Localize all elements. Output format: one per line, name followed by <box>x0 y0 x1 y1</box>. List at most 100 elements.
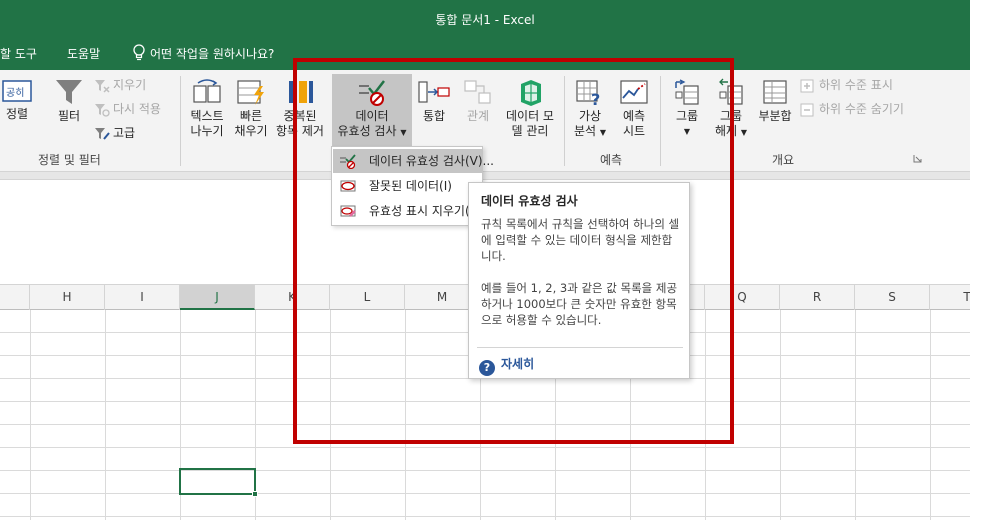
grid-row-line <box>0 424 970 425</box>
consolidate-icon <box>418 81 450 103</box>
column-header-q[interactable]: Q <box>705 285 780 310</box>
forecast-sheet-button[interactable]: 예측 시트 <box>614 78 654 139</box>
data-validation-label-2: 유효성 검사 ▼ <box>332 124 412 140</box>
sort-partial-glyph: 공히 <box>6 87 24 99</box>
column-header-r[interactable]: R <box>780 285 855 310</box>
column-header-j[interactable]: J <box>180 285 255 310</box>
grid-row-line <box>0 516 970 517</box>
column-header-s[interactable]: S <box>855 285 930 310</box>
dialog-launcher-icon[interactable] <box>913 154 922 163</box>
tell-me-more-link[interactable]: ? 자세히 <box>479 353 535 376</box>
column-header-partial[interactable] <box>0 285 30 310</box>
group-label-forecast: 예측 <box>600 153 623 167</box>
what-if-label-1: 가상 <box>578 109 602 123</box>
menu-item-clear-circles[interactable]: 유효성 표시 지우기(R) <box>333 199 483 223</box>
help-icon: ? <box>479 360 495 376</box>
data-model-label-2: 델 관리 <box>511 124 549 138</box>
clear-filter-icon <box>95 79 110 93</box>
group-rows-icon <box>675 79 699 105</box>
flash-fill-label-1: 빠른 <box>239 109 263 123</box>
tell-me-search[interactable]: 어떤 작업을 원하시나요? <box>150 45 274 62</box>
menu-item-data-validation-label: 데이터 유효성 검사(V)... <box>369 154 494 168</box>
data-model-label-1: 데이터 모 <box>506 109 554 123</box>
group-label-outline: 개요 <box>772 153 795 167</box>
remove-duplicates-label-1: 중복된 <box>283 109 317 123</box>
advanced-filter-button[interactable]: 고급 <box>94 124 135 142</box>
clear-filter-button[interactable]: 지우기 <box>94 76 146 94</box>
filter-label: 필터 <box>57 109 81 123</box>
menu-item-circle-invalid-label: 잘못된 데이터(I) <box>369 179 452 193</box>
title-bar: 통합 문서1 - Excel <box>0 0 970 36</box>
screentip-divider <box>477 347 683 348</box>
column-header-k[interactable]: K <box>255 285 330 310</box>
group-separator <box>180 76 181 166</box>
data-model-icon <box>521 80 541 106</box>
remove-duplicates-label-2: 항목 제거 <box>276 124 324 138</box>
window-title: 통합 문서1 - Excel <box>435 13 535 27</box>
remove-duplicates-button[interactable]: 중복된 항목 제거 <box>274 78 326 139</box>
forecast-chart-icon <box>620 80 648 104</box>
grid-col-line <box>105 310 106 520</box>
data-validation-icon <box>359 80 385 106</box>
group-separator <box>660 76 661 166</box>
group-label: 그룹 <box>675 109 699 123</box>
column-header-i[interactable]: I <box>105 285 180 310</box>
grid-row-line <box>0 401 970 402</box>
caret-down-icon: ▼ <box>400 128 407 137</box>
data-validation-button[interactable]: 데이터 유효성 검사 ▼ <box>332 78 412 140</box>
caret-down-icon: ▼ <box>599 128 607 137</box>
reapply-label: 다시 적용 <box>113 102 161 116</box>
text-to-columns-icon <box>193 79 221 103</box>
menu-item-clear-circles-label: 유효성 표시 지우기(R) <box>369 204 483 218</box>
relationships-button[interactable]: 관계 <box>458 78 498 124</box>
lightbulb-icon <box>133 44 145 61</box>
data-model-button[interactable]: 데이터 모 델 관리 <box>502 78 558 139</box>
tell-me-more-label: 자세히 <box>501 357 535 371</box>
hide-detail-button[interactable]: 하위 수준 숨기기 <box>800 100 904 118</box>
screentip-body: 규칙 목록에서 규칙을 선택하여 하나의 셀에 입력할 수 있는 데이터 형식을… <box>481 216 681 344</box>
tab-data-tool-partial[interactable]: 할 도구 <box>0 45 37 62</box>
forecast-label-2: 시트 <box>622 124 646 138</box>
sort-button[interactable]: 공히 정렬 <box>0 78 34 122</box>
screentip-data-validation: 데이터 유효성 검사 규칙 목록에서 규칙을 선택하여 하나의 셀에 입력할 수… <box>468 182 690 379</box>
what-if-label-2: 분석 ▼ <box>570 124 610 140</box>
subtotal-label: 부분합 <box>758 109 792 123</box>
funnel-icon <box>56 80 82 104</box>
grid-row-line <box>0 470 970 471</box>
screenshot-margin-right <box>970 0 982 532</box>
formula-bar-band <box>0 172 970 180</box>
consolidate-button[interactable]: 통합 <box>414 78 454 124</box>
clear-circles-icon <box>340 205 356 217</box>
grid-col-line <box>855 310 856 520</box>
column-header-h[interactable]: H <box>30 285 105 310</box>
forecast-label-1: 예측 <box>622 109 646 123</box>
column-header-l[interactable]: L <box>330 285 405 310</box>
show-detail-icon <box>800 79 814 92</box>
relationships-label: 관계 <box>466 109 490 123</box>
data-validation-menu: 데이터 유효성 검사(V)... 잘못된 데이터(I) 유효성 표시 지우기(R… <box>331 146 494 226</box>
data-validation-icon <box>340 154 356 169</box>
menu-item-circle-invalid[interactable]: 잘못된 데이터(I) <box>333 174 483 198</box>
tab-help[interactable]: 도움말 <box>67 45 100 62</box>
text-to-columns-label-2: 나누기 <box>190 124 224 138</box>
fill-handle[interactable] <box>252 491 258 497</box>
subtotal-button[interactable]: 부분합 <box>754 78 796 124</box>
grid-col-line <box>330 310 331 520</box>
filter-button[interactable]: 필터 <box>52 78 86 124</box>
active-cell[interactable] <box>179 468 256 495</box>
flash-fill-button[interactable]: 빠른 채우기 <box>230 78 272 139</box>
text-to-columns-button[interactable]: 텍스트 나누기 <box>186 78 228 139</box>
relationships-icon <box>464 80 491 104</box>
column-header-t[interactable]: T <box>930 285 970 310</box>
ungroup-label-2-text: 해제 <box>714 124 738 138</box>
reapply-icon <box>95 103 110 117</box>
what-if-analysis-button[interactable]: ? 가상 분석 ▼ <box>570 78 610 140</box>
show-detail-button[interactable]: 하위 수준 표시 <box>800 76 893 94</box>
caret-down-icon: ▼ <box>740 128 748 137</box>
reapply-button[interactable]: 다시 적용 <box>94 100 161 118</box>
menu-item-data-validation[interactable]: 데이터 유효성 검사(V)... <box>333 149 494 173</box>
group-button[interactable]: 그룹 ▼ <box>666 78 708 139</box>
ungroup-button[interactable]: 그룹 해제 ▼ <box>710 78 752 140</box>
screentip-paragraph-2: 예를 들어 1, 2, 3과 같은 값 목록을 제공하거나 1000보다 큰 숫… <box>481 281 678 327</box>
grid-row-line <box>0 493 970 494</box>
